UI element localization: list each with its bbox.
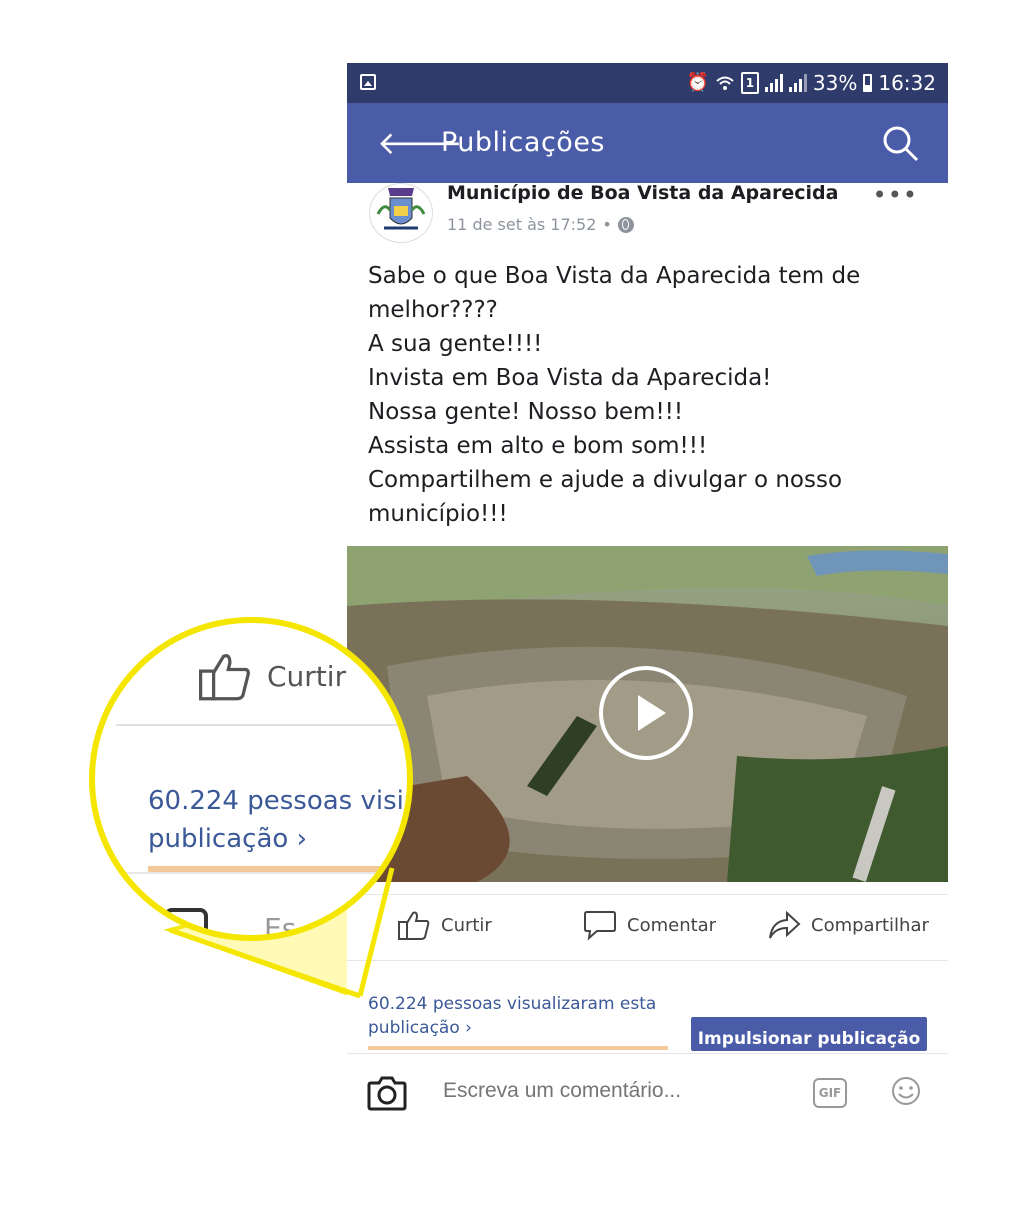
municipal-crest-icon — [376, 188, 426, 230]
post-text: Sabe o que Boa Vista da Aparecida tem de… — [368, 259, 928, 531]
comment-bar: GIF — [347, 1053, 948, 1134]
magnified-like-label: Curtir — [267, 659, 347, 693]
globe-icon — [617, 216, 634, 233]
signal-icon-2 — [788, 74, 807, 92]
post-line: Compartilhem e ajude a divulgar o nosso — [368, 467, 843, 493]
post-line: Invista em Boa Vista da Aparecida! — [368, 365, 772, 391]
camera-icon — [164, 908, 208, 938]
like-button[interactable]: Curtir — [397, 909, 492, 941]
post-line: melhor???? — [368, 297, 498, 323]
search-icon[interactable] — [880, 123, 920, 163]
thumbs-up-icon — [398, 911, 430, 940]
magnified-views-line-2: publicação › — [148, 824, 307, 854]
views-text: 60.224 pessoas visualizaram esta — [368, 994, 657, 1014]
comment-button[interactable]: Comentar — [583, 909, 716, 941]
camera-icon[interactable] — [367, 1074, 407, 1112]
share-icon — [769, 910, 801, 939]
gif-icon[interactable]: GIF — [813, 1078, 847, 1108]
page-title: Publicações — [441, 127, 605, 158]
post-line: Assista em alto e bom som!!! — [368, 433, 708, 459]
post-line: município!!! — [368, 501, 508, 527]
post-meta: 11 de set às 17:52 • — [447, 215, 634, 234]
magnifier-callout: Curtir 60.224 pessoas visi publicação › … — [92, 620, 410, 938]
magnified-partial-text: Es — [264, 912, 297, 938]
emoji-icon[interactable] — [891, 1076, 921, 1106]
magnified-views-line: 60.224 pessoas visi — [148, 786, 404, 816]
post-line: A sua gente!!!! — [368, 331, 543, 357]
post-line: Sabe o que Boa Vista da Aparecida tem de — [368, 263, 861, 289]
page-avatar[interactable] — [369, 183, 433, 243]
sim-icon: 1 — [740, 72, 759, 94]
post-timestamp[interactable]: 11 de set às 17:52 — [447, 215, 596, 234]
boost-post-button[interactable]: Impulsionar publicação — [691, 1017, 927, 1051]
magnified-like: Curtir — [197, 650, 346, 702]
like-label: Curtir — [441, 914, 492, 936]
thumbs-up-icon — [199, 654, 250, 701]
app-bar: 🡐 Publicações — [347, 103, 948, 183]
divider — [116, 724, 410, 726]
alarm-icon: ⏰ — [686, 72, 709, 93]
divider — [116, 872, 410, 874]
status-bar: ⏰ 1 33% 16:32 — [347, 63, 948, 103]
views-insight-link[interactable]: 60.224 pessoas visualizaram esta publica… — [368, 992, 656, 1040]
share-button[interactable]: Compartilhar — [767, 909, 929, 941]
chevron-right-icon: › — [465, 1018, 472, 1038]
post-actions: Curtir Comentar Compartilhar — [347, 894, 948, 961]
clock: 16:32 — [878, 71, 936, 95]
battery-icon — [863, 74, 873, 92]
phone-screen: ⏰ 1 33% 16:32 🡐 Publicações Município de… — [347, 63, 948, 1143]
page-name-link[interactable]: Município de Boa Vista da Aparecida — [447, 182, 838, 204]
views-text-2: publicação › — [368, 1018, 472, 1038]
chevron-right-icon: › — [296, 824, 307, 854]
insight-bar — [368, 1046, 668, 1050]
video-player[interactable] — [347, 546, 948, 882]
wifi-icon — [716, 76, 734, 90]
share-label: Compartilhar — [811, 914, 929, 936]
post-line: Nossa gente! Nosso bem!!! — [368, 399, 684, 425]
comment-icon — [584, 911, 616, 941]
meta-separator: • — [602, 215, 612, 234]
gallery-icon — [360, 74, 376, 90]
signal-icon — [764, 74, 783, 92]
more-options-icon[interactable]: ••• — [873, 181, 918, 209]
magnified-views: 60.224 pessoas visi publicação › — [148, 782, 404, 858]
play-icon[interactable] — [599, 666, 693, 760]
battery-percent: 33% — [812, 71, 858, 95]
comment-input[interactable] — [441, 1078, 716, 1104]
comment-label: Comentar — [627, 914, 717, 936]
